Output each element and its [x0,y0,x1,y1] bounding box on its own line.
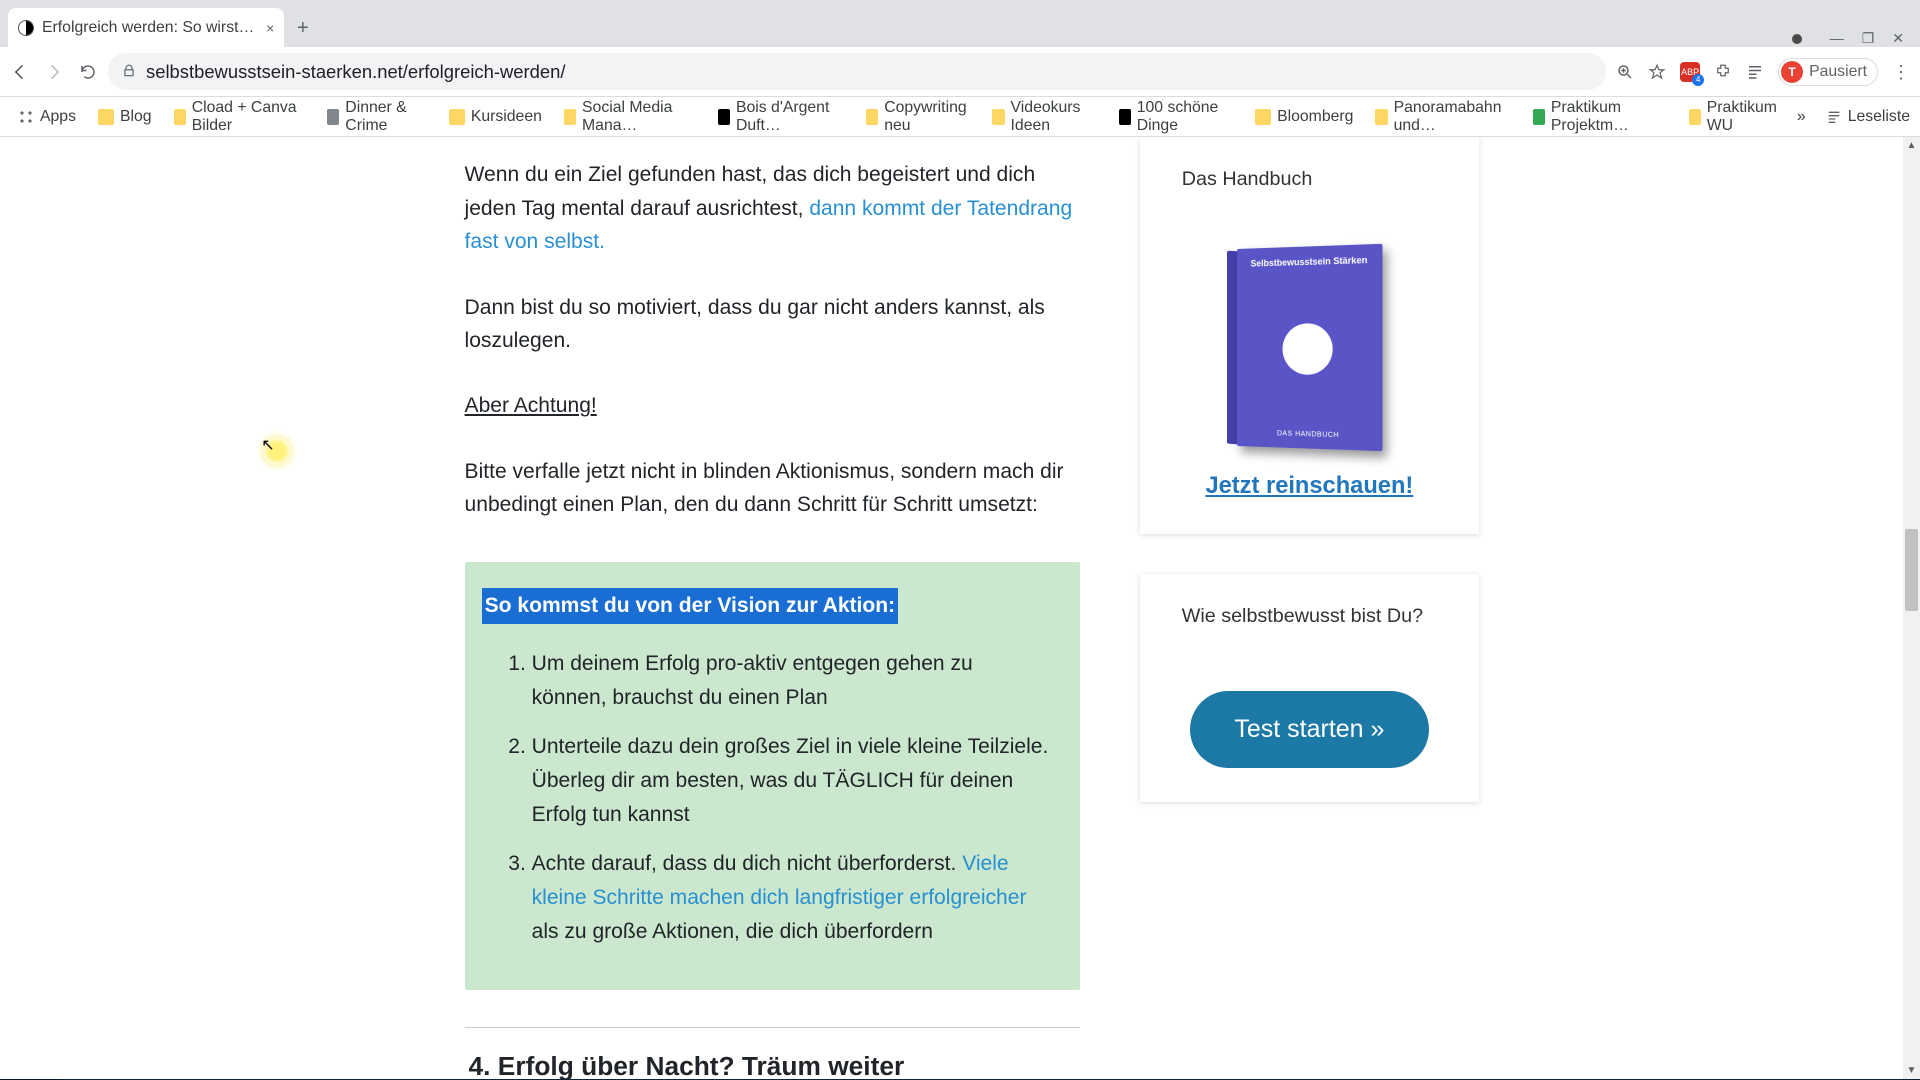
callout-box: So kommst du von der Vision zur Aktion: … [465,562,1081,991]
scroll-down-icon[interactable]: ▼ [1903,1062,1920,1079]
bookmarks-bar: Apps Blog Cload + Canva Bilder Dinner & … [0,97,1920,136]
lion-icon [1283,324,1333,376]
folder-icon [1689,109,1701,125]
scrollbar-thumb[interactable] [1905,529,1918,611]
folder-icon [564,109,576,125]
paragraph: Dann bist du so motiviert, dass du gar n… [465,291,1081,358]
sidebar-card-quiz: Wie selbstbewusst bist Du? Test starten … [1140,574,1480,802]
callout-title: So kommst du von der Vision zur Aktion: [482,588,898,624]
book-image: Selbstbewusstsein Stärken DAS HANDBUCH [1237,249,1382,446]
bookmark-item[interactable]: Panoramabahn und… [1367,95,1518,139]
minimize-button[interactable]: — [1830,30,1844,47]
folder-icon [992,109,1004,125]
reading-list-icon[interactable] [1746,63,1764,81]
list-item: Unterteile dazu dein großes Ziel in viel… [532,730,1052,831]
bookmark-item[interactable]: Bloomberg [1247,104,1361,130]
folder-icon [866,109,878,125]
folder-icon [174,109,186,125]
callout-list: Um deinem Erfolg pro-aktiv entgegen gehe… [482,647,1052,948]
card-title: Das Handbuch [1140,137,1480,192]
reading-list-button[interactable]: Leseliste [1826,108,1910,126]
bookmark-item[interactable]: Social Media Mana… [556,95,704,139]
scrollbar[interactable]: ▲ ▼ [1903,137,1920,1079]
bookmark-item[interactable]: Praktikum Projektm… [1525,95,1675,139]
close-window-button[interactable]: ✕ [1892,30,1904,47]
cursor-icon: ↖ [261,435,274,455]
apps-icon [18,109,34,125]
sidebar: Das Handbuch Selbstbewusstsein Stärken D… [1140,137,1480,842]
bookmarks-overflow[interactable]: » [1797,108,1806,126]
tab-strip: Erfolgreich werden: So wirst du g × + — … [0,0,1920,47]
bookmark-apps[interactable]: Apps [10,104,84,130]
adblock-icon[interactable]: ABP [1680,62,1700,82]
scroll-up-icon[interactable]: ▲ [1903,137,1920,154]
bookmark-item[interactable]: Bois d'Argent Duft… [710,95,852,139]
bookmark-item[interactable]: Dinner & Crime [319,95,435,139]
reload-button[interactable] [78,62,98,82]
close-icon[interactable]: × [266,20,274,36]
bookmark-item[interactable]: 100 schöne Dinge [1111,95,1241,139]
card-title: Wie selbstbewusst bist Du? [1140,574,1480,629]
profile-label: Pausiert [1809,63,1867,81]
maximize-button[interactable]: ❐ [1862,30,1875,47]
favicon [18,20,34,36]
account-dot-icon[interactable] [1792,34,1802,44]
folder-icon [98,109,114,125]
site-icon [1119,109,1131,125]
back-button[interactable] [10,62,30,82]
folder-icon [1255,109,1271,125]
folder-icon [1375,109,1387,125]
window-controls: — ❐ ✕ [1792,20,1920,47]
paragraph: Aber Achtung! [465,389,1081,423]
list-item: Achte darauf, dass du dich nicht überfor… [532,847,1052,948]
bookmark-item[interactable]: Cload + Canva Bilder [166,95,314,139]
nav-buttons [10,62,98,82]
start-test-button[interactable]: Test starten » [1190,691,1430,767]
bookmark-item[interactable]: Blog [90,104,160,130]
site-icon [718,109,730,125]
site-icon [327,109,339,125]
folder-icon [449,109,465,125]
url-text: selbstbewusstsein-staerken.net/erfolgrei… [146,61,565,83]
addr-actions: ABP T Pausiert ⋮ [1616,58,1910,86]
browser-chrome: Erfolgreich werden: So wirst du g × + — … [0,0,1920,137]
list-item: Um deinem Erfolg pro-aktiv entgegen gehe… [532,647,1052,714]
page-viewport: Wenn du ein Ziel gefunden hast, das dich… [0,137,1920,1079]
article-body: Wenn du ein Ziel gefunden hast, das dich… [465,147,1081,1079]
sidebar-card-handbook: Das Handbuch Selbstbewusstsein Stärken D… [1140,137,1480,534]
new-tab-button[interactable]: + [284,11,321,48]
bookmark-item[interactable]: Copywriting neu [858,95,978,139]
address-bar: selbstbewusstsein-staerken.net/erfolgrei… [0,47,1920,97]
bookmark-item[interactable]: Praktikum WU [1681,95,1791,139]
lock-icon [122,61,136,83]
url-field[interactable]: selbstbewusstsein-staerken.net/erfolgrei… [108,53,1606,90]
zoom-icon[interactable] [1616,63,1634,81]
bookmark-item[interactable]: Kursideen [441,104,550,130]
menu-button[interactable]: ⋮ [1892,63,1910,81]
cursor-highlight: ↖ [263,437,291,465]
site-icon [1533,109,1545,125]
forward-button[interactable] [44,62,64,82]
paragraph: Bitte verfalle jetzt nicht in blinden Ak… [465,455,1081,522]
tab-title: Erfolgreich werden: So wirst du g [42,19,258,37]
bookmark-star-icon[interactable] [1648,63,1666,81]
bookmark-item[interactable]: Videokurs Ideen [984,95,1104,139]
handbook-cta-link[interactable]: Jetzt reinschauen! [1205,473,1413,499]
profile-chip[interactable]: T Pausiert [1778,58,1878,86]
section-heading: 4. Erfolg über Nacht? Träum weiter [465,1027,1081,1079]
extensions-icon[interactable] [1714,63,1732,81]
tab-active[interactable]: Erfolgreich werden: So wirst du g × [8,8,284,47]
avatar: T [1781,61,1803,83]
paragraph: Wenn du ein Ziel gefunden hast, das dich… [465,158,1081,259]
